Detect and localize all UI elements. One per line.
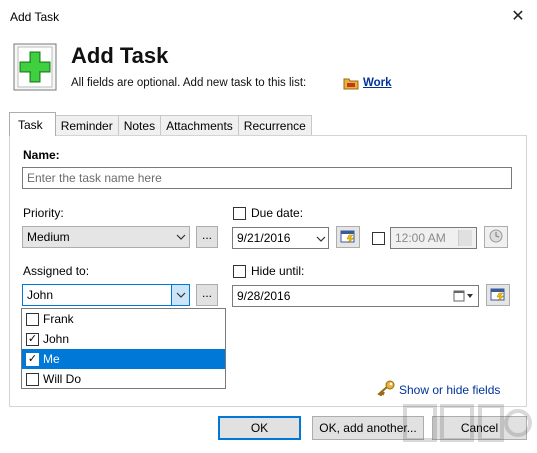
assigned-to-label: Assigned to: <box>23 264 90 278</box>
priority-label: Priority: <box>23 206 64 220</box>
hide-until-checkbox[interactable] <box>233 265 246 278</box>
assigned-to-value: John <box>27 288 54 302</box>
assignee-checkbox[interactable] <box>26 332 39 346</box>
show-hide-fields-link[interactable]: Show or hide fields <box>377 380 500 399</box>
tab-recurrence[interactable]: Recurrence <box>237 115 312 136</box>
due-date-label: Due date: <box>251 206 304 220</box>
priority-select[interactable]: Medium <box>22 226 190 248</box>
due-date-calendar-button[interactable] <box>336 226 360 248</box>
tab-attachments[interactable]: Attachments <box>160 115 239 136</box>
chevron-down-icon[interactable] <box>316 231 326 245</box>
due-date-picker[interactable]: 9/21/2016 <box>232 227 329 249</box>
due-time-input[interactable]: 12:00 AM <box>390 227 477 249</box>
key-icon <box>377 380 395 399</box>
clock-icon <box>488 228 504 247</box>
time-spin-icon[interactable] <box>458 230 472 246</box>
list-link-work[interactable]: Work <box>363 77 392 89</box>
assignee-dropdown: Frank John Me Will Do <box>21 308 226 389</box>
task-name-placeholder: Enter the task name here <box>27 171 162 185</box>
hide-until-label: Hide until: <box>251 264 305 278</box>
assigned-more-button[interactable]: ... <box>196 284 218 306</box>
name-label: Name: <box>23 148 60 162</box>
assignee-name: Will Do <box>43 372 81 386</box>
window-title: Add Task <box>10 10 60 24</box>
close-icon: ✕ <box>511 8 525 25</box>
assignee-option-will-do[interactable]: Will Do <box>22 369 225 389</box>
ok-button[interactable]: OK <box>218 416 301 440</box>
assigned-to-select[interactable]: John <box>22 284 190 306</box>
tab-notes[interactable]: Notes <box>117 115 162 136</box>
assignee-checkbox[interactable] <box>26 352 39 366</box>
assignee-checkbox[interactable] <box>26 372 39 386</box>
assignee-name: John <box>43 332 70 346</box>
assignee-checkbox[interactable] <box>26 312 39 326</box>
priority-value: Medium <box>27 230 70 244</box>
hide-until-value: 9/28/2016 <box>237 289 291 303</box>
assignee-option-frank[interactable]: Frank <box>22 309 225 329</box>
due-time-value: 12:00 AM <box>395 231 446 245</box>
due-date-checkbox[interactable] <box>233 207 246 220</box>
task-name-input[interactable]: Enter the task name here <box>22 167 512 189</box>
watermark-logo <box>400 398 535 448</box>
calendar-icon <box>490 286 506 305</box>
add-task-icon <box>13 43 57 91</box>
tab-task[interactable]: Task <box>9 112 56 136</box>
hide-until-calendar-button[interactable] <box>486 284 510 306</box>
priority-more-button[interactable]: ... <box>196 226 218 248</box>
page-title: Add Task <box>71 43 169 68</box>
show-hide-label: Show or hide fields <box>399 382 501 397</box>
close-button[interactable]: ✕ <box>507 6 529 26</box>
assignee-name: Frank <box>43 312 74 326</box>
folder-icon <box>343 76 359 90</box>
assignee-option-john[interactable]: John <box>22 329 225 349</box>
calendar-dropdown-icon[interactable] <box>453 290 475 302</box>
tab-bar: Task Reminder Notes Attachments Recurren… <box>9 112 312 136</box>
calendar-icon <box>340 228 356 247</box>
due-date-value: 9/21/2016 <box>237 231 291 245</box>
assignee-name: Me <box>43 352 60 366</box>
chevron-down-icon <box>173 234 189 240</box>
assignee-option-me[interactable]: Me <box>22 349 225 369</box>
due-time-checkbox[interactable] <box>372 232 385 245</box>
due-time-button[interactable] <box>484 226 508 248</box>
chevron-down-icon[interactable] <box>171 285 189 305</box>
header-subtitle: All fields are optional. Add new task to… <box>71 77 307 89</box>
tab-reminder[interactable]: Reminder <box>54 115 119 136</box>
hide-until-picker[interactable]: 9/28/2016 <box>232 285 479 307</box>
